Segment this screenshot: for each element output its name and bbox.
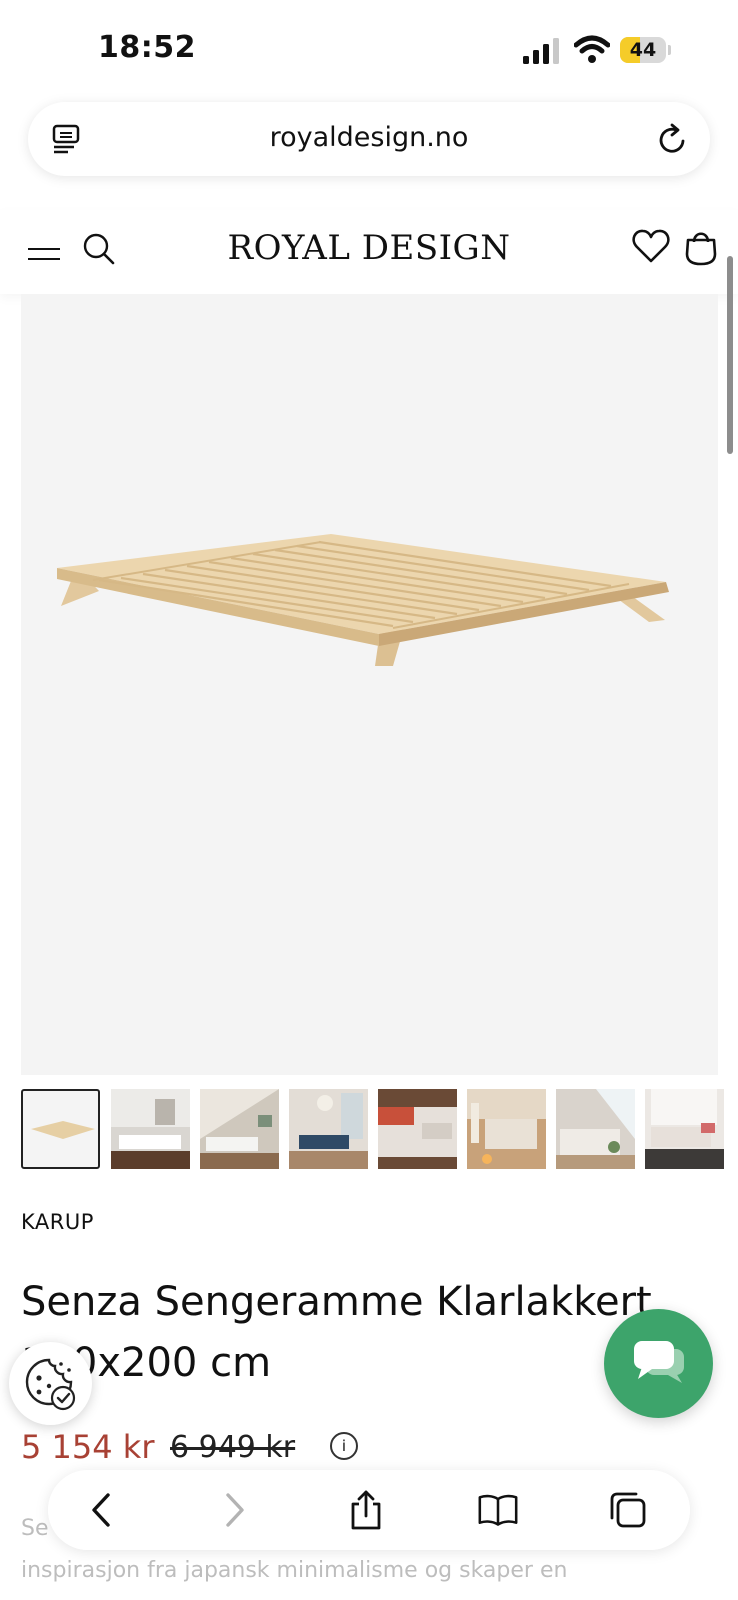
thumbnail[interactable] [200, 1089, 279, 1169]
description-text: Se [21, 1516, 49, 1541]
status-bar: 18:52 44 [0, 0, 738, 100]
heart-icon[interactable] [632, 228, 670, 264]
battery-indicator: 44 [620, 37, 672, 63]
back-icon[interactable] [82, 1490, 122, 1530]
bed-frame-illustration [57, 534, 669, 666]
thumbnail[interactable] [556, 1089, 635, 1169]
original-price: 6 949 kr [170, 1430, 296, 1465]
sale-price: 5 154 kr [21, 1428, 155, 1466]
chat-icon [634, 1341, 684, 1383]
tabs-icon[interactable] [608, 1490, 648, 1530]
thumbnail[interactable] [21, 1089, 100, 1169]
product-brand[interactable]: KARUP [21, 1210, 94, 1234]
cellular-signal-icon [523, 38, 559, 64]
thumbnail[interactable] [111, 1089, 190, 1169]
cookie-icon [25, 1358, 76, 1411]
cookie-settings-button[interactable] [9, 1342, 92, 1425]
thumbnail[interactable] [645, 1089, 724, 1169]
address-bar[interactable]: royaldesign.no [28, 102, 710, 176]
reload-icon[interactable] [656, 122, 688, 156]
page-scrollbar[interactable] [727, 256, 733, 454]
thumbnail[interactable] [289, 1089, 368, 1169]
bookmarks-icon[interactable] [478, 1490, 518, 1530]
bag-icon[interactable] [684, 228, 718, 266]
site-header: ROYAL DESIGN [0, 210, 738, 294]
chat-button[interactable] [604, 1309, 713, 1418]
wifi-icon [574, 35, 610, 63]
description-text-line2: inspirasjon fra japansk minimalisme og s… [21, 1558, 568, 1583]
url-text[interactable]: royaldesign.no [28, 122, 710, 153]
product-title: Senza Sengeramme Klarlakkert, 160x200 cm [21, 1279, 665, 1386]
battery-level: 44 [629, 39, 657, 61]
share-icon[interactable] [346, 1490, 386, 1530]
price-info-icon[interactable]: i [330, 1432, 358, 1460]
thumbnail[interactable] [467, 1089, 546, 1169]
thumbnail-strip[interactable] [21, 1089, 738, 1171]
site-logo[interactable]: ROYAL DESIGN [0, 228, 738, 268]
browser-toolbar [48, 1470, 690, 1550]
forward-icon[interactable] [214, 1490, 254, 1530]
status-time: 18:52 [98, 30, 196, 65]
product-image[interactable] [21, 294, 718, 1075]
thumbnail[interactable] [378, 1089, 457, 1169]
